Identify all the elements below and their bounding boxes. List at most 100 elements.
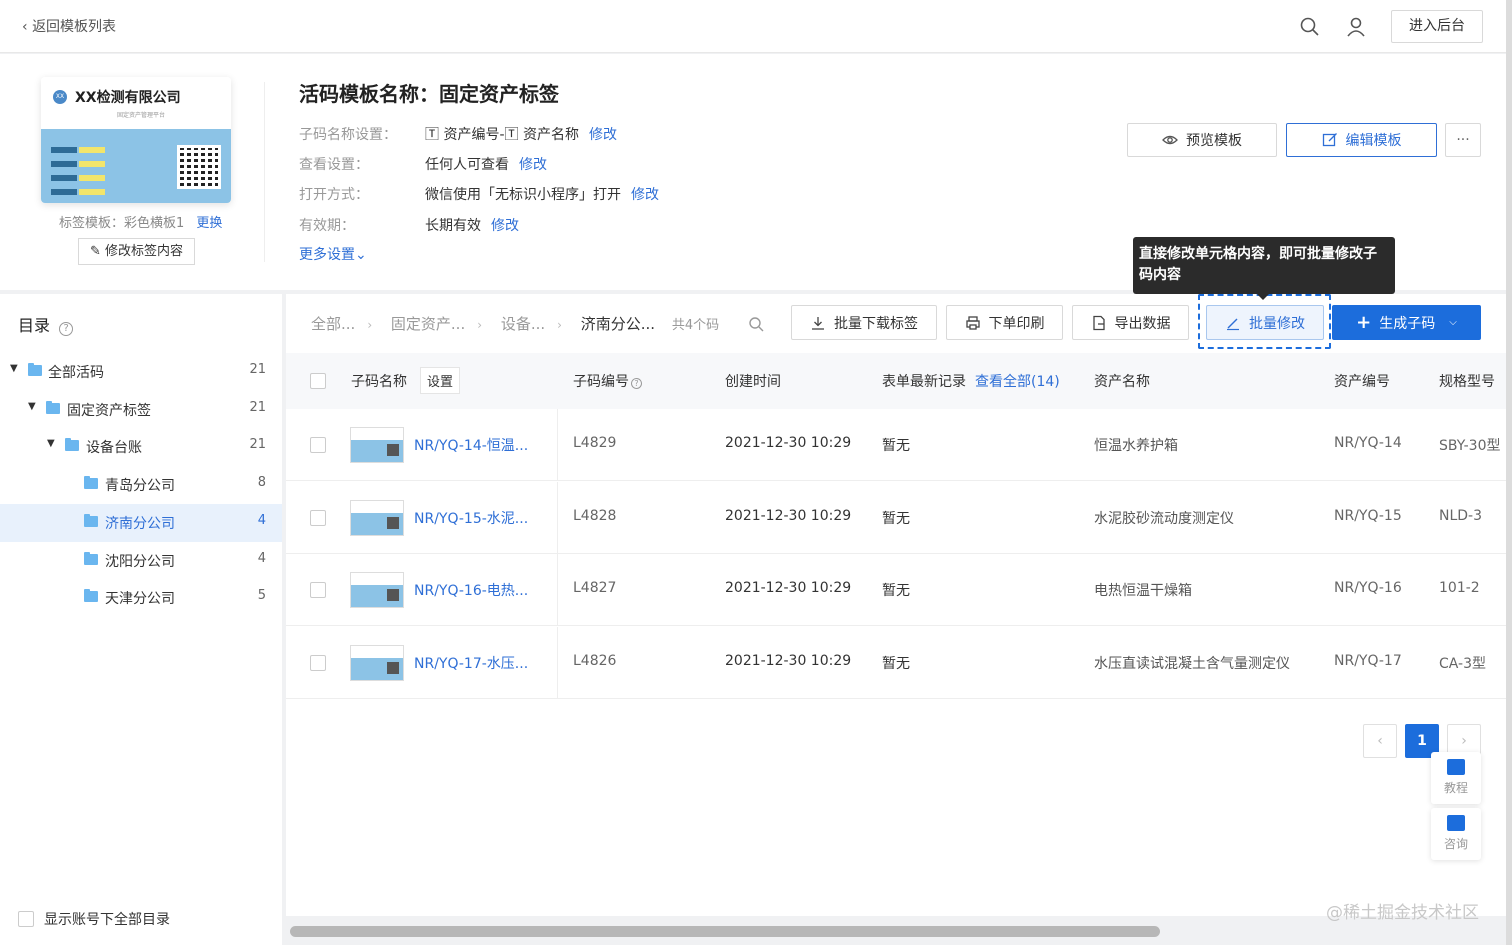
modify-link[interactable]: 修改 (589, 127, 617, 143)
tree-item-jinan[interactable]: 济南分公司 4 (0, 504, 282, 542)
directory-sidebar: 目录 ? ▼ 全部活码 21 ▼ 固定资产标签 21 ▼ 设备台账 21 青岛分… (0, 294, 282, 945)
row-checkbox[interactable] (310, 510, 326, 526)
label-thumbnail[interactable] (350, 572, 404, 608)
horizontal-scroll-thumb[interactable] (290, 926, 1160, 937)
label-thumbnail[interactable] (350, 645, 404, 681)
show-all-directories-checkbox[interactable]: 显示账号下全部目录 (18, 909, 170, 929)
breadcrumb-item[interactable]: 全部... (311, 315, 355, 333)
search-icon[interactable] (1299, 16, 1321, 38)
setting-row-view: 查看设置： 任何人可查看 修改 (299, 157, 547, 173)
user-icon[interactable] (1345, 16, 1367, 38)
table-row[interactable]: NR/YQ-15-水泥... L4828 2021-12-30 10:29 暂无… (286, 482, 1506, 554)
plus-icon: + (1356, 312, 1372, 333)
label-company-name: XX检测有限公司 (75, 90, 181, 106)
template-title: 活码模板名称：固定资产标签 (299, 82, 559, 106)
select-all-checkbox[interactable] (310, 373, 326, 389)
caret-down-icon[interactable]: ▼ (28, 401, 36, 412)
subcode-name-link[interactable]: NR/YQ-17-水压... (414, 653, 528, 673)
enter-admin-button[interactable]: 进入后台 (1391, 10, 1483, 43)
directory-title: 目录 ? (18, 312, 74, 336)
folder-icon (46, 401, 60, 414)
subcode-name-link[interactable]: NR/YQ-15-水泥... (414, 508, 528, 528)
folder-icon (84, 476, 98, 489)
edit-label-content-button[interactable]: ✎ 修改标签内容 (78, 238, 195, 265)
folder-icon (28, 363, 42, 376)
chat-icon (1447, 815, 1465, 831)
table-row[interactable]: NR/YQ-14-恒温... L4829 2021-12-30 10:29 暂无… (286, 409, 1506, 481)
highlight-box (1198, 294, 1331, 349)
tree-item-qingdao[interactable]: 青岛分公司 8 (0, 466, 282, 504)
help-icon[interactable]: ? (631, 378, 642, 389)
replace-template-link[interactable]: 更换 (196, 216, 222, 231)
caret-down-icon[interactable]: ▼ (10, 363, 18, 374)
row-checkbox[interactable] (310, 582, 326, 598)
more-actions-button[interactable]: ··· (1445, 123, 1481, 157)
prev-page-button[interactable]: ‹ (1363, 724, 1397, 758)
label-thumbnail[interactable] (350, 500, 404, 536)
setting-row-validity: 有效期： 长期有效 修改 (299, 218, 519, 234)
folder-icon (84, 552, 98, 565)
caret-down-icon[interactable]: ▼ (47, 438, 55, 449)
row-checkbox[interactable] (310, 437, 326, 453)
watermark: @稀土掘金技术社区 (1326, 903, 1479, 923)
breadcrumb-item[interactable]: 设备... (501, 315, 545, 333)
edit-label-content-label: 修改标签内容 (105, 244, 184, 259)
file-export-icon (1092, 315, 1105, 330)
search-icon[interactable] (748, 316, 764, 332)
setting-row-subcode-name: 子码名称设置： 🅃 资产编号-🅃 资产名称 修改 (299, 127, 617, 143)
label-preview-thumbnail[interactable]: XX XX检测有限公司 固定资产管理平台 (41, 77, 231, 203)
back-to-template-list-link[interactable]: ‹ 返回模板列表 (22, 16, 116, 36)
top-bar: ‹ 返回模板列表 进入后台 (0, 0, 1506, 53)
label-template-text: 标签模板：彩色横板1 (59, 216, 185, 231)
breadcrumb-current: 济南分公... (580, 315, 656, 333)
main-panel: 全部... › 固定资产... › 设备... › 济南分公... 共4个码 子码名称… (286, 294, 1506, 916)
column-setting-button[interactable]: 设置 (420, 367, 461, 394)
checkbox[interactable] (18, 911, 34, 927)
code-count: 共4个码 (671, 318, 720, 333)
breadcrumb-item[interactable]: 固定资产... (391, 315, 465, 333)
modify-link[interactable]: 修改 (631, 187, 659, 203)
tutorial-float-button[interactable]: 教程 (1431, 752, 1481, 804)
table-header: 子码名称 设置 子码编号? 创建时间 表单最新记录 查看全部(14) 资产名称 … (286, 353, 1506, 409)
table-row[interactable]: NR/YQ-16-电热... L4827 2021-12-30 10:29 暂无… (286, 554, 1506, 626)
consult-float-button[interactable]: 咨询 (1431, 808, 1481, 860)
subcode-name-link[interactable]: NR/YQ-14-恒温... (414, 435, 528, 455)
export-data-button[interactable]: 导出数据 (1072, 305, 1189, 340)
modify-link[interactable]: 修改 (491, 218, 519, 234)
breadcrumb: 全部... › 固定资产... › 设备... › 济南分公... 共4个码 (311, 313, 764, 334)
view-all-records-link[interactable]: 查看全部(14) (975, 371, 1060, 391)
subcode-name-link[interactable]: NR/YQ-16-电热... (414, 580, 528, 600)
video-icon (1447, 759, 1465, 775)
vertical-scrollbar[interactable] (1506, 0, 1512, 945)
divider (264, 82, 265, 262)
preview-template-button[interactable]: 预览模板 (1127, 123, 1277, 157)
table-row[interactable]: NR/YQ-17-水压... L4826 2021-12-30 10:29 暂无… (286, 627, 1506, 699)
tree-item-tianjin[interactable]: 天津分公司 5 (0, 579, 282, 617)
edit-template-button[interactable]: 编辑模板 (1286, 123, 1437, 157)
generate-subcode-button[interactable]: + 生成子码 ⌵ (1332, 305, 1481, 340)
back-label: 返回模板列表 (32, 19, 117, 35)
tree-item-equipment-ledger[interactable]: ▼ 设备台账 21 (0, 428, 282, 466)
row-checkbox[interactable] (310, 655, 326, 671)
eye-icon (1162, 135, 1178, 145)
label-template-info: 标签模板：彩色横板1 更换 (59, 212, 222, 231)
chevron-down-icon[interactable]: ⌵ (1449, 317, 1457, 328)
label-thumbnail[interactable] (350, 427, 404, 463)
printer-icon (965, 315, 980, 330)
column-header-code: 子码编号? (573, 371, 642, 391)
folder-icon (65, 438, 79, 451)
modify-link[interactable]: 修改 (519, 157, 547, 173)
help-icon[interactable]: ? (59, 322, 74, 336)
download-icon (812, 316, 824, 330)
tree-item-fixed-asset-labels[interactable]: ▼ 固定资产标签 21 (0, 391, 282, 429)
pencil-icon: ✎ (89, 244, 101, 259)
label-subtitle: 固定资产管理平台 (117, 112, 166, 119)
more-settings-link[interactable]: 更多设置⌄ (299, 244, 367, 264)
tree-item-all-codes[interactable]: ▼ 全部活码 21 (0, 353, 282, 391)
tree-item-shenyang[interactable]: 沈阳分公司 4 (0, 542, 282, 580)
company-logo: XX (53, 90, 67, 104)
order-print-button[interactable]: 下单印刷 (946, 305, 1063, 340)
batch-download-labels-button[interactable]: 批量下载标签 (791, 305, 937, 340)
setting-row-open-mode: 打开方式： 微信使用「无标识小程序」打开 修改 (299, 187, 659, 203)
edit-icon (1322, 133, 1337, 147)
